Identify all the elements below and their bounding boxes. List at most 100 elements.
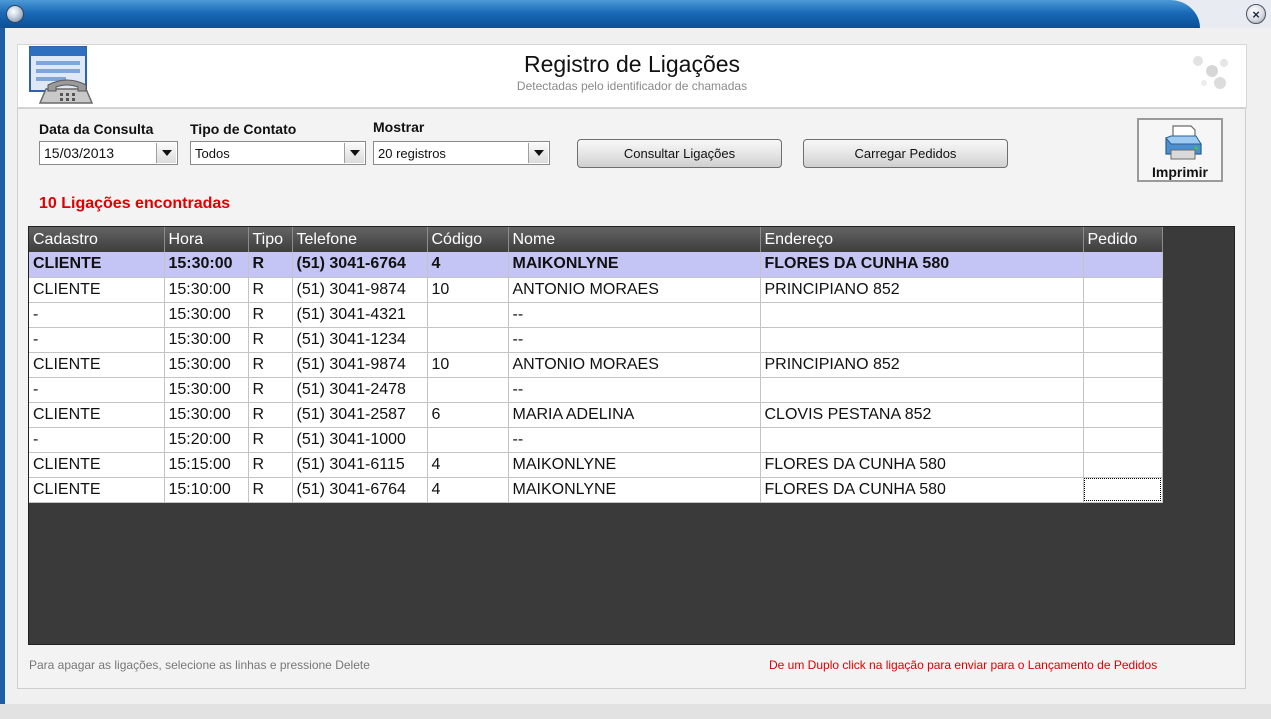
table-cell[interactable]: 15:20:00	[164, 427, 249, 453]
show-select[interactable]: 20 registros	[373, 141, 550, 165]
table-cell[interactable]: 10	[427, 352, 509, 378]
table-cell[interactable]: (51) 3041-1000	[292, 427, 428, 453]
table-cell[interactable]: 15:15:00	[164, 452, 249, 478]
system-menu-icon[interactable]	[6, 5, 24, 23]
table-row[interactable]: -15:30:00 R (51) 3041-1234 --	[29, 327, 1163, 353]
table-cell[interactable]: PRINCIPIANO 852	[760, 277, 1084, 303]
table-cell[interactable]	[760, 377, 1084, 403]
table-cell[interactable]: 6	[427, 402, 509, 428]
print-button[interactable]: Imprimir	[1137, 118, 1223, 182]
table-row[interactable]: -15:30:00 R (51) 3041-4321 --	[29, 302, 1163, 328]
table-cell[interactable]: 15:30:00	[164, 352, 249, 378]
table-cell[interactable]: 4	[427, 477, 509, 503]
column-header[interactable]: Pedido	[1083, 227, 1163, 252]
table-row[interactable]: -15:20:00 R (51) 3041-1000 --	[29, 427, 1163, 453]
table-cell[interactable]: -	[29, 327, 165, 353]
table-cell[interactable]	[427, 377, 509, 403]
table-cell[interactable]	[1083, 402, 1163, 428]
table-cell[interactable]: 15:10:00	[164, 477, 249, 503]
table-cell[interactable]: ANTONIO MORAES	[508, 352, 761, 378]
table-cell[interactable]: R	[248, 327, 293, 353]
table-cell[interactable]: R	[248, 402, 293, 428]
table-cell[interactable]: (51) 3041-2587	[292, 402, 428, 428]
table-cell[interactable]: R	[248, 427, 293, 453]
table-cell[interactable]: PRINCIPIANO 852	[760, 352, 1084, 378]
table-cell[interactable]: CLIENTE	[29, 277, 165, 303]
table-cell[interactable]: R	[248, 252, 293, 278]
column-header[interactable]: Hora	[164, 227, 249, 252]
table-cell[interactable]: --	[508, 377, 761, 403]
table-cell[interactable]: MAIKONLYNE	[508, 252, 761, 278]
table-row[interactable]: CLIENTE 15:30:00 R (51) 3041-9874 10 ANTONIO …	[29, 352, 1163, 378]
table-cell[interactable]: R	[248, 477, 293, 503]
table-cell[interactable]	[427, 302, 509, 328]
table-cell[interactable]: FLORES DA CUNHA 580	[760, 252, 1084, 278]
table-cell[interactable]	[760, 302, 1084, 328]
table-cell[interactable]	[427, 427, 509, 453]
table-cell[interactable]	[427, 327, 509, 353]
table-cell[interactable]: (51) 3041-6764	[292, 252, 428, 278]
table-cell[interactable]: R	[248, 302, 293, 328]
table-cell[interactable]: 15:30:00	[164, 377, 249, 403]
column-header[interactable]: Código	[427, 227, 509, 252]
table-cell[interactable]: R	[248, 452, 293, 478]
table-cell[interactable]	[1083, 327, 1163, 353]
column-header[interactable]: Cadastro	[29, 227, 165, 252]
table-cell[interactable]: ANTONIO MORAES	[508, 277, 761, 303]
table-cell[interactable]: -	[29, 302, 165, 328]
table-cell[interactable]: (51) 3041-9874	[292, 352, 428, 378]
table-cell[interactable]	[1083, 302, 1163, 328]
table-cell[interactable]: R	[248, 377, 293, 403]
table-cell[interactable]: --	[508, 327, 761, 353]
table-cell[interactable]	[1083, 477, 1163, 503]
table-cell[interactable]: CLIENTE	[29, 352, 165, 378]
table-row[interactable]: CLIENTE 15:30:00 R (51) 3041-9874 10 ANTONIO …	[29, 277, 1163, 303]
close-icon[interactable]: ×	[1246, 4, 1266, 24]
table-cell[interactable]: 15:30:00	[164, 277, 249, 303]
column-header[interactable]: Endereço	[760, 227, 1084, 252]
table-cell[interactable]: (51) 3041-9874	[292, 277, 428, 303]
consult-calls-button[interactable]: Consultar Ligações	[577, 139, 782, 168]
table-cell[interactable]	[1083, 452, 1163, 478]
contact-type-dropdown-button[interactable]	[344, 143, 364, 163]
table-cell[interactable]: 15:30:00	[164, 302, 249, 328]
table-cell[interactable]: 15:30:00	[164, 327, 249, 353]
table-cell[interactable]: 15:30:00	[164, 402, 249, 428]
column-header[interactable]: Telefone	[292, 227, 428, 252]
table-cell[interactable]: FLORES DA CUNHA 580	[760, 452, 1084, 478]
table-row[interactable]: CLIENTE 15:30:00 R (51) 3041-2587 6 MARIA ADE…	[29, 402, 1163, 428]
date-dropdown-button[interactable]	[156, 143, 176, 163]
table-cell[interactable]	[760, 327, 1084, 353]
table-row[interactable]: CLIENTE 15:10:00 R (51) 3041-6764 4 MAIKONLYN…	[29, 477, 1163, 503]
table-row[interactable]: CLIENTE 15:15:00 R (51) 3041-6115 4 MAIKONLYN…	[29, 452, 1163, 478]
table-cell[interactable]: MAIKONLYNE	[508, 452, 761, 478]
table-cell[interactable]: -	[29, 427, 165, 453]
calls-grid[interactable]: Cadastro Hora Tipo Telefone Código Nome Endere…	[28, 226, 1235, 645]
table-cell[interactable]: MAIKONLYNE	[508, 477, 761, 503]
table-cell[interactable]: FLORES DA CUNHA 580	[760, 477, 1084, 503]
table-cell[interactable]: (51) 3041-1234	[292, 327, 428, 353]
table-cell[interactable]: 10	[427, 277, 509, 303]
table-cell[interactable]: CLIENTE	[29, 402, 165, 428]
table-cell[interactable]: R	[248, 352, 293, 378]
table-cell[interactable]: 15:30:00	[164, 252, 249, 278]
table-cell[interactable]: CLIENTE	[29, 252, 165, 278]
table-cell[interactable]: (51) 3041-6764	[292, 477, 428, 503]
table-cell[interactable]: --	[508, 427, 761, 453]
table-cell[interactable]: MARIA ADELINA	[508, 402, 761, 428]
table-cell[interactable]	[760, 427, 1084, 453]
table-row[interactable]: CLIENTE 15:30:00 R (51) 3041-6764 4 MAIKONLYN…	[29, 252, 1163, 278]
window-title-bar[interactable]: ×	[0, 0, 1271, 28]
contact-type-select[interactable]: Todos	[190, 141, 366, 165]
column-header[interactable]: Tipo	[248, 227, 293, 252]
table-cell[interactable]: 4	[427, 252, 509, 278]
table-cell[interactable]	[1083, 427, 1163, 453]
table-cell[interactable]	[1083, 377, 1163, 403]
table-cell[interactable]: CLIENTE	[29, 477, 165, 503]
table-row[interactable]: -15:30:00 R (51) 3041-2478 --	[29, 377, 1163, 403]
date-picker[interactable]: 15/03/2013	[39, 141, 178, 165]
table-cell[interactable]: -	[29, 377, 165, 403]
load-orders-button[interactable]: Carregar Pedidos	[803, 139, 1008, 168]
column-header[interactable]: Nome	[508, 227, 761, 252]
table-cell[interactable]: CLOVIS PESTANA 852	[760, 402, 1084, 428]
